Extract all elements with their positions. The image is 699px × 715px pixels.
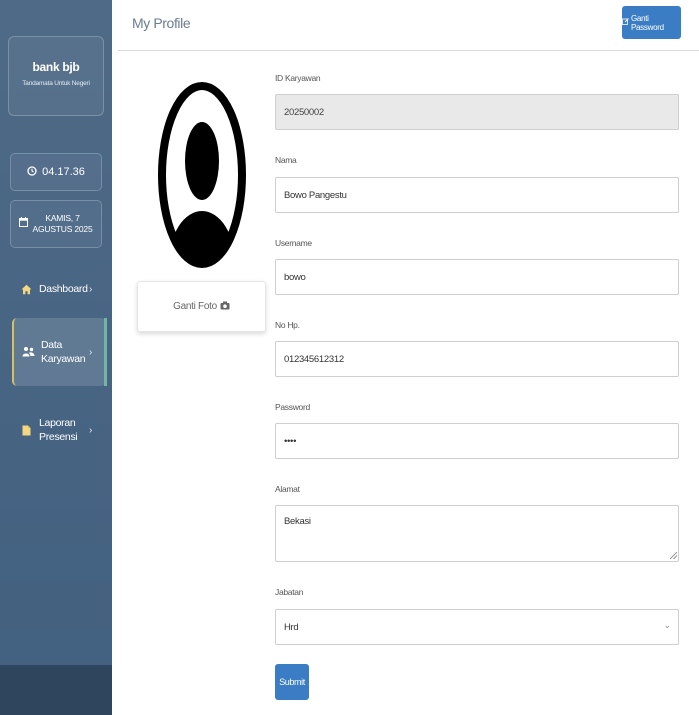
username-field[interactable] bbox=[275, 259, 679, 295]
no-hp-label: No Hp. bbox=[275, 320, 300, 330]
sidebar-item-label: Data Karyawan bbox=[41, 338, 86, 365]
calendar-icon bbox=[18, 217, 28, 230]
edit-icon bbox=[622, 18, 629, 27]
camera-icon bbox=[220, 301, 230, 313]
change-password-label: Ganti Password bbox=[631, 13, 664, 32]
textarea-resize-handle[interactable] bbox=[670, 552, 677, 559]
sidebar-item-label: Laporan Presensi bbox=[39, 416, 78, 443]
jabatan-label: Jabatan bbox=[275, 587, 304, 597]
date-card: KAMIS, 7 AGUSTUS 2025 bbox=[10, 200, 102, 248]
sidebar-footer bbox=[0, 665, 112, 715]
page-title: My Profile bbox=[132, 15, 191, 31]
sidebar-item-laporan-presensi[interactable]: Laporan Presensi › bbox=[12, 410, 106, 450]
chevron-right-icon: › bbox=[88, 283, 92, 295]
page-header: My Profile Ganti Password bbox=[118, 0, 699, 51]
no-hp-field[interactable] bbox=[275, 341, 679, 377]
file-icon bbox=[19, 425, 33, 436]
id-karyawan-label: ID Karyawan bbox=[275, 73, 321, 83]
id-karyawan-field bbox=[275, 94, 679, 130]
alamat-label: Alamat bbox=[275, 484, 300, 494]
nama-label: Nama bbox=[275, 155, 297, 165]
submit-button[interactable]: Submit bbox=[275, 664, 309, 700]
users-icon bbox=[21, 346, 35, 358]
jabatan-selected-value: Hrd bbox=[275, 609, 679, 645]
sidebar-item-data-karyawan[interactable]: Data Karyawan › bbox=[12, 318, 106, 386]
password-field[interactable] bbox=[275, 423, 679, 459]
home-icon bbox=[19, 284, 33, 295]
jabatan-select[interactable]: Hrd ⌄ bbox=[275, 609, 679, 645]
brand-tagline: Tandamata Untuk Negeri bbox=[22, 80, 90, 87]
change-photo-label: Ganti Foto bbox=[173, 301, 217, 312]
username-label: Username bbox=[275, 238, 312, 248]
sidebar-item-label: Dashboard bbox=[39, 282, 88, 295]
user-avatar-icon bbox=[158, 78, 246, 272]
password-label: Password bbox=[275, 402, 310, 412]
brand-name: bank bjb bbox=[32, 60, 80, 74]
clock-card: 04.17.36 bbox=[10, 153, 102, 191]
active-indicator bbox=[104, 318, 107, 386]
chevron-right-icon: › bbox=[88, 346, 92, 358]
clock-icon bbox=[27, 165, 37, 179]
brand-card: bank bjb Tandamata Untuk Negeri bbox=[8, 36, 104, 116]
change-password-button[interactable]: Ganti Password bbox=[622, 6, 681, 39]
clock-time: 04.17.36 bbox=[42, 166, 85, 178]
sidebar-item-dashboard[interactable]: Dashboard › bbox=[12, 277, 106, 301]
change-photo-button[interactable]: Ganti Foto bbox=[137, 281, 266, 332]
date-text: KAMIS, 7 AGUSTUS 2025 bbox=[32, 212, 93, 234]
chevron-right-icon: › bbox=[88, 424, 92, 436]
nama-field[interactable] bbox=[275, 177, 679, 213]
chevron-down-icon: ⌄ bbox=[663, 620, 671, 630]
alamat-field[interactable]: Bekasi bbox=[275, 505, 679, 562]
